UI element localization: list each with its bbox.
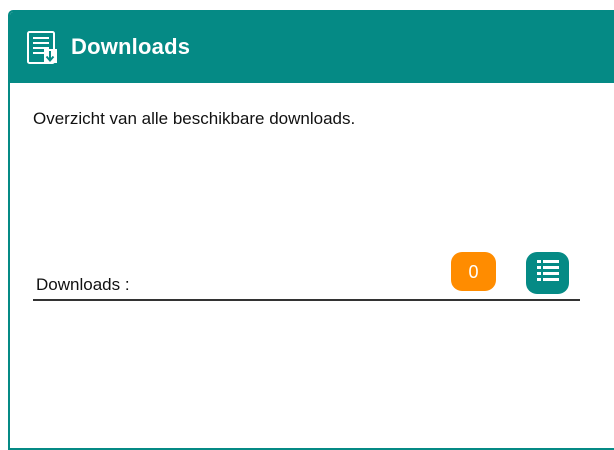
downloads-row: Downloads : 0 bbox=[33, 252, 580, 301]
downloads-list-button[interactable] bbox=[526, 252, 569, 294]
panel-header: Downloads bbox=[10, 12, 614, 83]
document-download-icon bbox=[25, 30, 59, 66]
panel-title: Downloads bbox=[71, 34, 191, 59]
downloads-count-badge: 0 bbox=[451, 252, 496, 291]
downloads-panel: Downloads Overzicht van alle beschikbare… bbox=[8, 10, 614, 450]
downloads-label: Downloads : bbox=[36, 275, 130, 294]
panel-description: Overzicht van alle beschikbare downloads… bbox=[33, 109, 356, 128]
list-icon bbox=[536, 258, 560, 288]
